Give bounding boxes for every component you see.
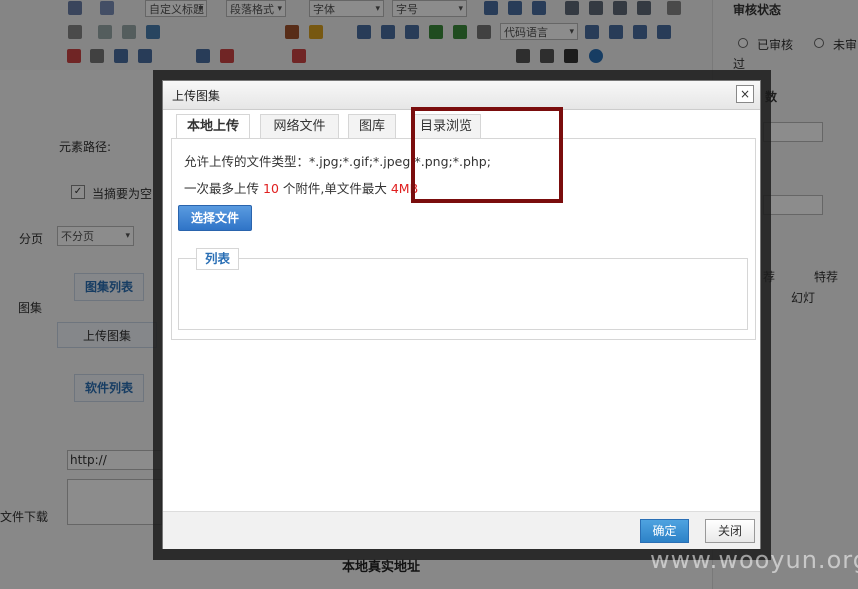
close-icon[interactable]: × (736, 85, 754, 103)
file-list-box (178, 258, 748, 330)
watermark-text: www.wooyun.org (650, 546, 858, 574)
tab-local-upload[interactable]: 本地上传 (176, 114, 250, 139)
select-file-button[interactable]: 选择文件 (178, 205, 252, 231)
allowed-types-label: 允许上传的文件类型： (184, 154, 310, 169)
highlight-box (411, 107, 563, 203)
file-list-legend: 列表 (196, 248, 239, 270)
tab-web-file[interactable]: 网络文件 (260, 114, 339, 138)
upload-limit-text: 一次最多上传 10 个附件,单文件最大 4MB (184, 178, 418, 197)
close-button[interactable]: 关闭 (705, 519, 755, 543)
limit-prefix: 一次最多上传 (184, 181, 260, 196)
ok-button[interactable]: 确定 (640, 519, 689, 543)
dialog-titlebar[interactable]: 上传图集 × (163, 81, 760, 110)
tab-gallery[interactable]: 图库 (348, 114, 396, 138)
limit-middle: 个附件,单文件最大 (282, 181, 387, 196)
limit-count: 10 (263, 181, 279, 196)
dialog-title: 上传图集 (172, 89, 221, 103)
